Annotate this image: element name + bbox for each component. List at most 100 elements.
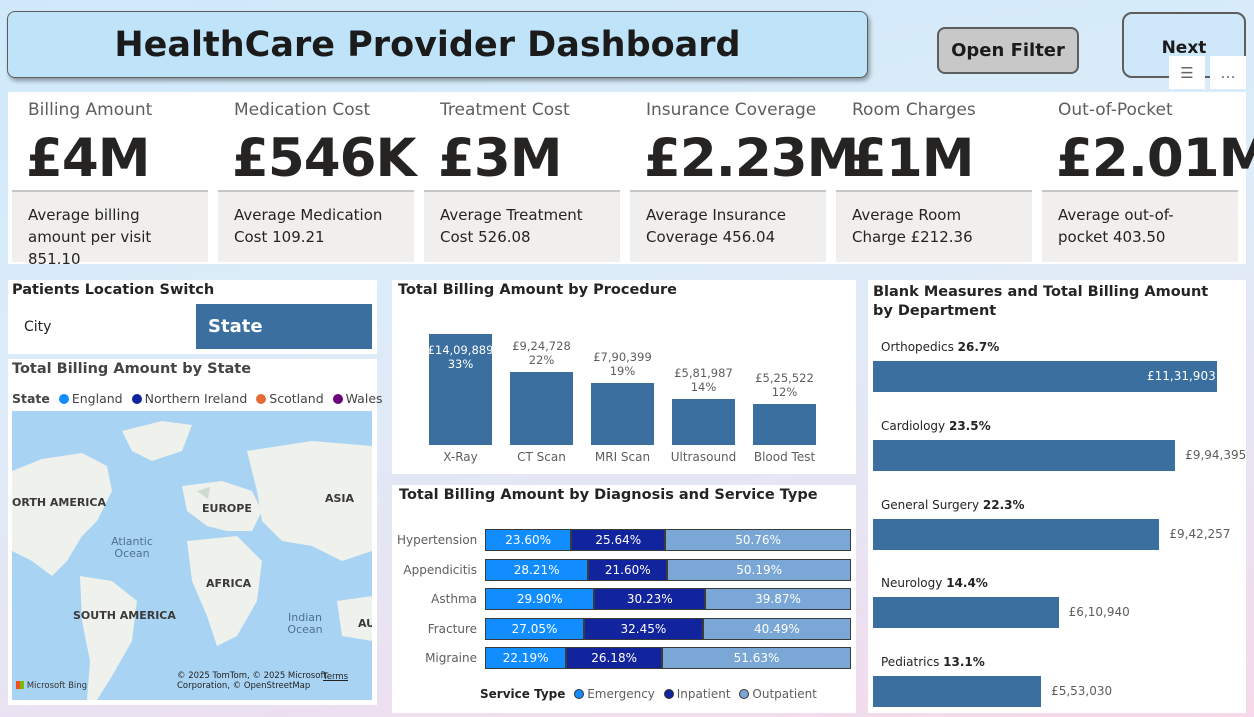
procedure-category-label: Blood Test bbox=[753, 450, 816, 464]
diagnosis-segment-inpatient[interactable]: 25.64% bbox=[571, 529, 666, 551]
filter-icon[interactable]: ☰ bbox=[1169, 56, 1205, 89]
department-bar[interactable] bbox=[873, 676, 1042, 708]
legend-item-scotland[interactable]: Scotland bbox=[269, 391, 323, 406]
service-type-legend: Service Type Emergency Inpatient Outpati… bbox=[480, 687, 817, 701]
kpi-label: Insurance Coverage bbox=[646, 100, 817, 120]
kpi-value: £2.23M bbox=[644, 128, 859, 189]
procedure-bar-label: £5,25,522 12% bbox=[745, 371, 824, 399]
diagnosis-segment-outpatient[interactable]: 50.76% bbox=[665, 529, 851, 551]
department-bar-chart: Orthopedics 26.7% £11,31,903 Cardiology 23… bbox=[868, 280, 1246, 713]
department-name: Cardiology bbox=[881, 418, 949, 433]
procedure-value-label: £5,81,987 bbox=[674, 366, 733, 381]
procedure-bar[interactable] bbox=[591, 382, 654, 445]
department-bar[interactable] bbox=[873, 439, 1176, 471]
kpi-card-billing: Billing Amount £4M Average billing amoun… bbox=[12, 92, 208, 268]
department-percent: 14.4% bbox=[946, 576, 988, 591]
legend-dot-england bbox=[58, 394, 69, 404]
bing-label: Microsoft Bing bbox=[26, 681, 88, 691]
diagnosis-category-label: Fracture bbox=[427, 621, 477, 636]
open-filter-button[interactable]: Open Filter bbox=[937, 27, 1079, 74]
map-label-north-america: ORTH AMERICA bbox=[12, 496, 106, 509]
procedure-value-label: £14,09,889 bbox=[427, 343, 494, 357]
map-legend: State England Northern Ireland Scotland … bbox=[12, 391, 383, 406]
kpi-card-insurance: Insurance Coverage £2.23M Average Insura… bbox=[630, 92, 859, 264]
diagnosis-segment-inpatient[interactable]: 32.45% bbox=[584, 617, 703, 640]
department-bar[interactable] bbox=[873, 597, 1059, 629]
legend-dot-outpatient bbox=[739, 689, 750, 699]
department-name: Orthopedics bbox=[881, 340, 958, 354]
diagnosis-segment-inpatient[interactable]: 26.18% bbox=[566, 647, 663, 669]
procedure-value-label: £5,25,522 bbox=[755, 370, 814, 385]
diagnosis-stacked-chart: Hypertension 23.60% 25.64% 50.76% Appendicit… bbox=[392, 485, 856, 713]
kpi-subtext: Average Room Charge £212.36 bbox=[836, 190, 1032, 262]
diagnosis-segment-emergency[interactable]: 27.05% bbox=[485, 617, 584, 640]
procedure-bar-label: £7,90,399 19% bbox=[583, 350, 662, 378]
kpi-value: £3M bbox=[438, 128, 562, 189]
department-percent: 22.3% bbox=[982, 497, 1025, 512]
diagnosis-segment-outpatient[interactable]: 40.49% bbox=[702, 617, 851, 640]
city-option[interactable]: City bbox=[24, 319, 51, 335]
diagnosis-segment-outpatient[interactable]: 51.63% bbox=[662, 647, 851, 669]
procedure-bar[interactable] bbox=[753, 403, 816, 445]
map-label-atlantic: Atlantic Ocean bbox=[111, 535, 153, 560]
procedure-bar-label: £14,09,889 33% bbox=[421, 343, 500, 371]
diagnosis-segment-outpatient[interactable]: 39.87% bbox=[705, 588, 851, 610]
kpi-card-treatment: Treatment Cost £3M Average Treatment Cos… bbox=[424, 92, 620, 264]
kpi-subtext: Average billing amount per visit 851.10 bbox=[12, 190, 208, 268]
state-option[interactable]: State bbox=[196, 304, 372, 349]
procedure-category-label: Ultrasound bbox=[670, 450, 737, 464]
map-label-africa: AFRICA bbox=[206, 577, 252, 590]
procedure-bar[interactable] bbox=[672, 399, 735, 445]
diagnosis-segment-outpatient[interactable]: 50.19% bbox=[667, 558, 851, 581]
procedure-category-label: X-Ray bbox=[443, 450, 478, 464]
procedure-bar-label: £9,24,728 22% bbox=[502, 339, 581, 367]
legend-item-england[interactable]: England bbox=[72, 391, 123, 406]
kpi-subtext: Average out-of-pocket 403.50 bbox=[1042, 190, 1238, 262]
legend-item-emergency[interactable]: Emergency bbox=[587, 687, 655, 701]
legend-item-outpatient[interactable]: Outpatient bbox=[752, 687, 816, 701]
kpi-card-out-of-pocket: Out-of-Pocket £2.01M Average out-of-pock… bbox=[1042, 92, 1254, 264]
map-land-shapes bbox=[12, 421, 372, 700]
kpi-subtext: Average Medication Cost 109.21 bbox=[218, 190, 414, 262]
department-value-label: £9,42,257 bbox=[1169, 526, 1231, 541]
kpi-value: £2.01M bbox=[1056, 128, 1254, 189]
diagnosis-segment-emergency[interactable]: 23.60% bbox=[485, 529, 572, 551]
map-label-au: AU bbox=[358, 617, 372, 630]
diagnosis-segment-inpatient[interactable]: 30.23% bbox=[594, 588, 706, 610]
kpi-label: Billing Amount bbox=[28, 100, 153, 120]
diagnosis-category-label: Hypertension bbox=[397, 533, 478, 547]
department-percent: 23.5% bbox=[948, 418, 991, 433]
procedure-percent-label: 33% bbox=[447, 357, 474, 371]
department-name: Neurology bbox=[881, 576, 947, 591]
kpi-subtext: Average Insurance Coverage 456.04 bbox=[630, 190, 826, 262]
department-category-label: Orthopedics 26.7% bbox=[881, 340, 999, 354]
diagnosis-segment-emergency[interactable]: 22.19% bbox=[485, 647, 567, 669]
diagnosis-category-label: Migraine bbox=[425, 651, 477, 665]
department-percent: 13.1% bbox=[943, 655, 985, 670]
procedure-bar[interactable] bbox=[510, 372, 573, 445]
map-title: Total Billing Amount by State bbox=[12, 361, 252, 377]
diagnosis-segment-emergency[interactable]: 29.90% bbox=[485, 588, 595, 610]
kpi-label: Treatment Cost bbox=[440, 100, 570, 120]
department-value-label: £6,10,940 bbox=[1068, 605, 1130, 620]
kpi-strip: Billing Amount £4M Average billing amoun… bbox=[8, 92, 1254, 268]
map-label-asia: ASIA bbox=[325, 492, 355, 505]
legend-item-northern-ireland[interactable]: Northern Ireland bbox=[145, 391, 248, 406]
department-bar[interactable] bbox=[873, 518, 1160, 550]
diagnosis-category-label: Asthma bbox=[431, 592, 477, 606]
map-terms-link[interactable]: Terms bbox=[323, 672, 348, 682]
legend-item-inpatient[interactable]: Inpatient bbox=[677, 687, 731, 701]
legend-dot-wales bbox=[332, 394, 343, 404]
diagnosis-category-label: Appendicitis bbox=[403, 562, 477, 577]
diagnosis-segment-inpatient[interactable]: 21.60% bbox=[588, 558, 668, 581]
more-options-icon[interactable]: … bbox=[1210, 56, 1246, 89]
legend-item-wales[interactable]: Wales bbox=[346, 391, 383, 406]
diagnosis-segment-emergency[interactable]: 28.21% bbox=[485, 558, 589, 581]
department-percent: 26.7% bbox=[957, 340, 1000, 354]
procedure-percent-label: 22% bbox=[528, 353, 555, 368]
kpi-label: Room Charges bbox=[852, 100, 976, 120]
procedure-value-label: £9,24,728 bbox=[512, 339, 571, 354]
world-map[interactable]: ORTH AMERICA EUROPE ASIA AFRICA SOUTH AM… bbox=[12, 411, 372, 700]
kpi-card-medication: Medication Cost £546K Average Medication… bbox=[218, 92, 417, 264]
diagnosis-chart-panel: Total Billing Amount by Diagnosis and Se… bbox=[392, 485, 856, 713]
